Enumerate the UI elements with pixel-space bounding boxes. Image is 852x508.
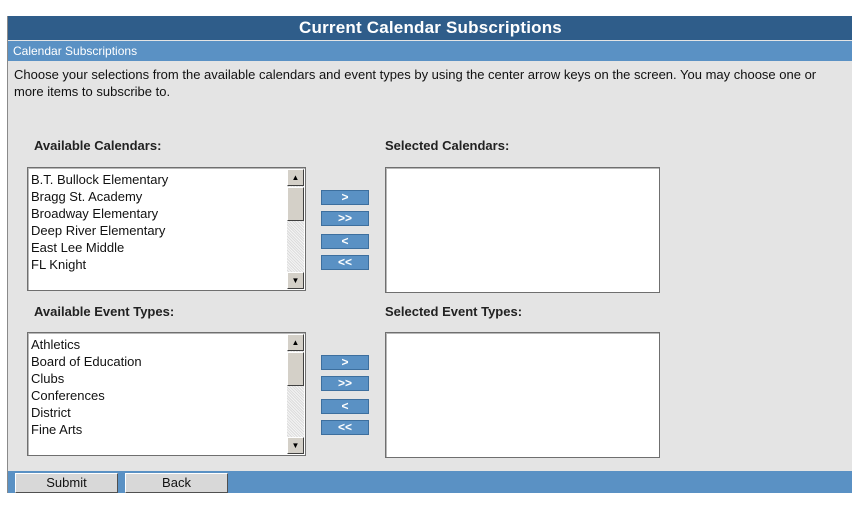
available-calendars-list[interactable]: B.T. Bullock Elementary Bragg St. Academ…	[27, 167, 306, 291]
page-title: Current Calendar Subscriptions	[8, 16, 852, 40]
footer-bar: Submit Back	[8, 471, 852, 493]
list-item[interactable]: Board of Education	[31, 353, 142, 370]
available-event-types-list[interactable]: Athletics Board of Education Clubs Confe…	[27, 332, 306, 456]
scrollbar[interactable]: ▲ ▼	[287, 334, 304, 454]
list-item[interactable]: District	[31, 404, 142, 421]
remove-event-type-button[interactable]: <	[321, 399, 369, 414]
list-item[interactable]: Clubs	[31, 370, 142, 387]
remove-all-event-types-button[interactable]: <<	[321, 420, 369, 435]
add-all-event-types-button[interactable]: >>	[321, 376, 369, 391]
remove-all-calendars-button[interactable]: <<	[321, 255, 369, 270]
subscriptions-panel: Current Calendar Subscriptions Calendar …	[7, 16, 852, 493]
scroll-down-arrow-icon[interactable]: ▼	[287, 437, 304, 454]
back-button[interactable]: Back	[125, 473, 228, 493]
scroll-thumb[interactable]	[287, 352, 304, 386]
selected-calendars-label: Selected Calendars:	[385, 138, 510, 153]
scroll-down-arrow-icon[interactable]: ▼	[287, 272, 304, 289]
available-calendars-label: Available Calendars:	[34, 138, 162, 153]
submit-button[interactable]: Submit	[15, 473, 118, 493]
list-item[interactable]: FL Knight	[31, 256, 168, 273]
add-event-type-button[interactable]: >	[321, 355, 369, 370]
available-event-types-label: Available Event Types:	[34, 304, 175, 319]
add-calendar-button[interactable]: >	[321, 190, 369, 205]
scrollbar[interactable]: ▲ ▼	[287, 169, 304, 289]
list-item[interactable]: Fine Arts	[31, 421, 142, 438]
scroll-up-arrow-icon[interactable]: ▲	[287, 169, 304, 186]
list-item[interactable]: Broadway Elementary	[31, 205, 168, 222]
remove-calendar-button[interactable]: <	[321, 234, 369, 249]
selected-event-types-label: Selected Event Types:	[385, 304, 523, 319]
scroll-up-arrow-icon[interactable]: ▲	[287, 334, 304, 351]
list-item[interactable]: B.T. Bullock Elementary	[31, 171, 168, 188]
list-item[interactable]: Athletics	[31, 336, 142, 353]
instructions-text: Choose your selections from the availabl…	[14, 67, 817, 99]
add-all-calendars-button[interactable]: >>	[321, 211, 369, 226]
scroll-thumb[interactable]	[287, 187, 304, 221]
list-item[interactable]: Conferences	[31, 387, 142, 404]
list-item[interactable]: East Lee Middle	[31, 239, 168, 256]
list-item[interactable]: Deep River Elementary	[31, 222, 168, 239]
section-header: Calendar Subscriptions	[8, 41, 852, 61]
list-item[interactable]: Bragg St. Academy	[31, 188, 168, 205]
selected-event-types-list[interactable]	[385, 332, 660, 458]
selected-calendars-list[interactable]	[385, 167, 660, 293]
